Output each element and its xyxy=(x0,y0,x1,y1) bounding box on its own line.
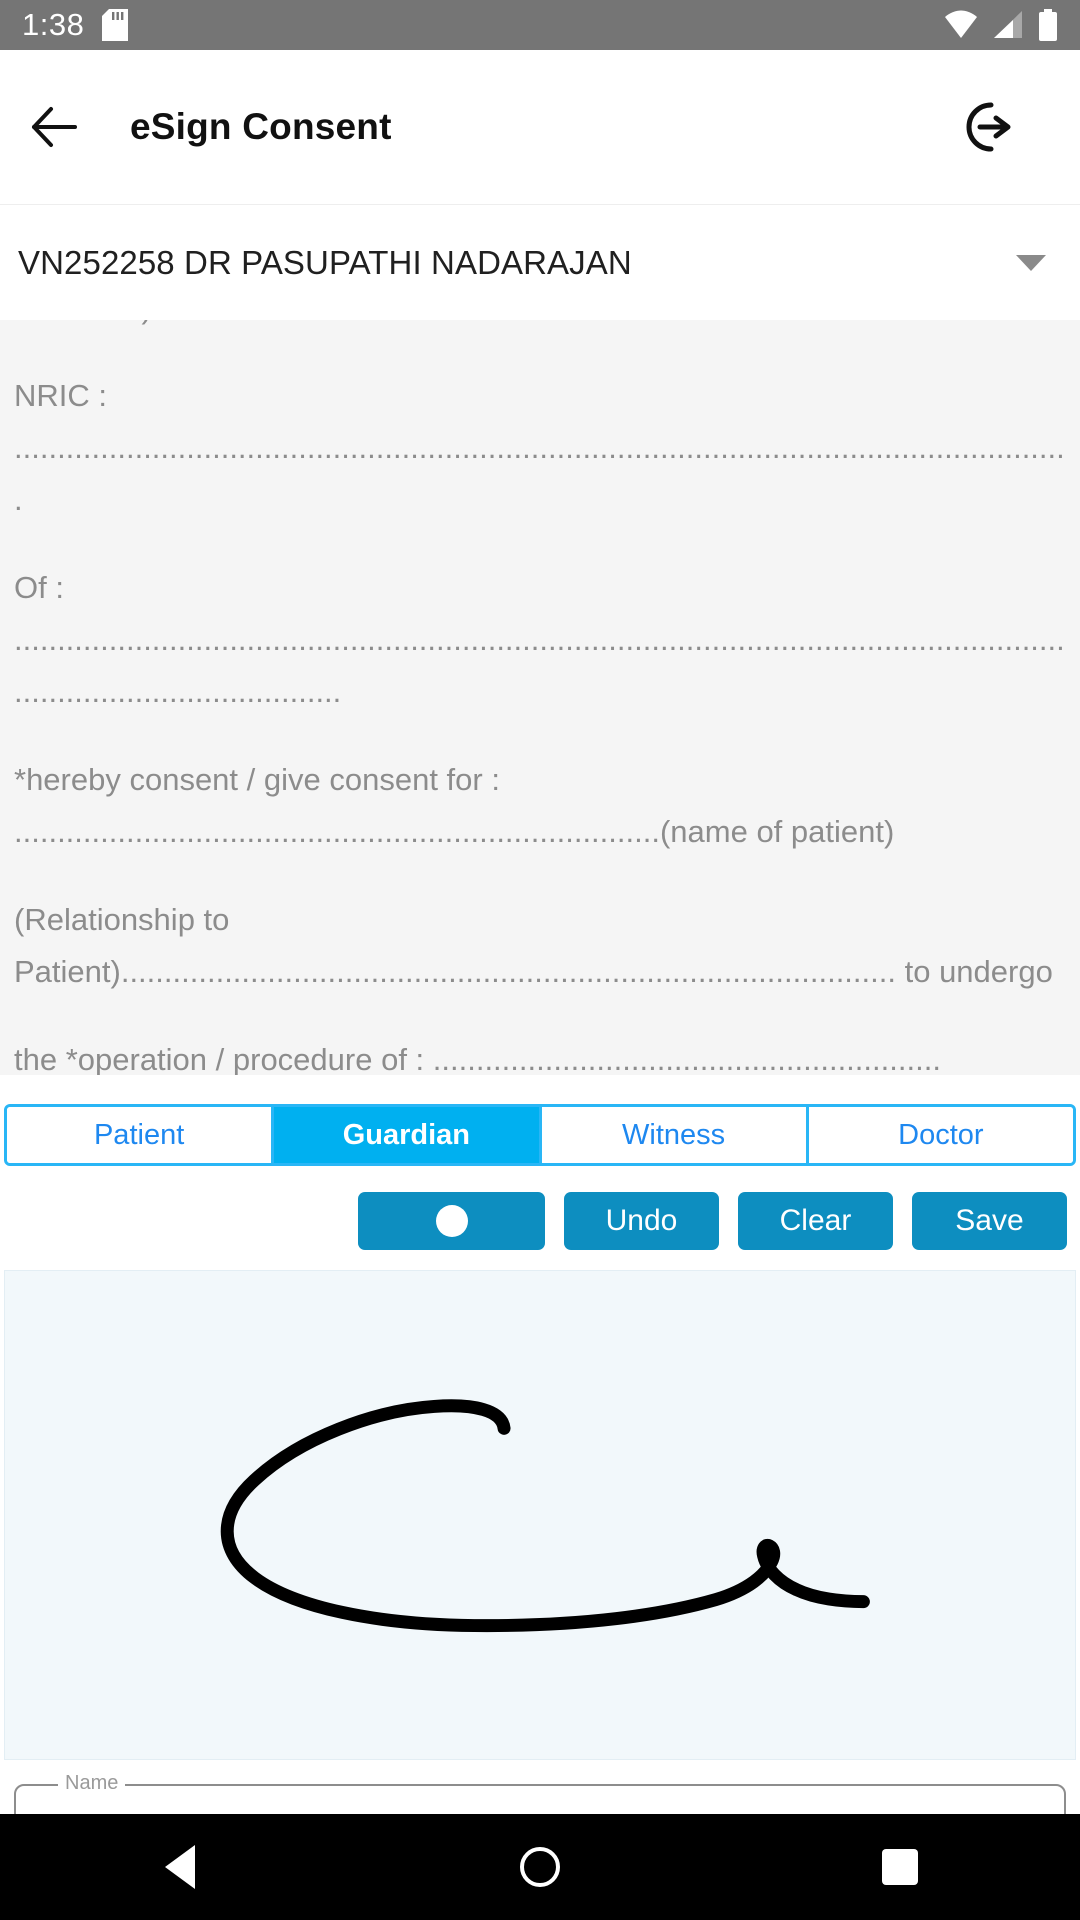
consent-paragraph: (Relationship to Patient)...............… xyxy=(14,902,1053,989)
save-button[interactable]: Save xyxy=(912,1192,1067,1250)
nav-home-icon xyxy=(520,1847,560,1887)
back-button[interactable] xyxy=(0,72,110,182)
status-right-icons xyxy=(944,9,1058,41)
nav-back-icon xyxy=(165,1845,195,1889)
name-field-label: Name xyxy=(58,1773,126,1793)
signature-canvas[interactable] xyxy=(4,1270,1076,1760)
signature-stroke xyxy=(220,1399,870,1633)
pen-size-button[interactable] xyxy=(358,1192,545,1250)
nav-home-button[interactable] xyxy=(360,1814,720,1920)
clear-button[interactable]: Clear xyxy=(738,1192,893,1250)
undo-button[interactable]: Undo xyxy=(564,1192,719,1250)
consent-paragraph: Guardian) xyxy=(14,320,1066,334)
signature-actions: Undo Clear Save xyxy=(0,1192,1080,1250)
page-title: eSign Consent xyxy=(130,106,392,147)
tab-guardian[interactable]: Guardian xyxy=(274,1107,542,1163)
battery-icon xyxy=(1039,9,1057,41)
android-nav-bar xyxy=(0,1814,1080,1920)
arrow-left-icon xyxy=(32,107,77,147)
nav-recents-button[interactable] xyxy=(720,1814,1080,1920)
visit-selector[interactable]: VN252258 DR PASUPATHI NADARAJAN xyxy=(0,206,1080,320)
consent-text-scroll[interactable]: Guardian) NRIC : .......................… xyxy=(0,320,1080,1075)
logout-button[interactable] xyxy=(932,72,1042,182)
consent-paragraph: *hereby consent / give consent for : ...… xyxy=(14,762,895,849)
tab-doctor[interactable]: Doctor xyxy=(808,1107,1073,1163)
consent-paragraph: the *operation / procedure of : ........… xyxy=(14,1042,941,1075)
tab-patient[interactable]: Patient xyxy=(7,1107,275,1163)
cellular-signal-icon xyxy=(994,11,1022,38)
esign-consent-screen: 1:38 eSign Consent VN252258 DR PASUPATHI… xyxy=(0,0,1080,1920)
consent-paragraph: NRIC : .................................… xyxy=(14,378,1065,517)
sd-card-icon xyxy=(102,9,129,41)
signer-type-tabs: Patient Guardian Witness Doctor xyxy=(4,1104,1076,1166)
wifi-icon xyxy=(945,10,977,38)
status-clock: 1:38 xyxy=(22,7,85,42)
consent-text-content: Guardian) NRIC : .......................… xyxy=(14,320,1066,1075)
tab-witness[interactable]: Witness xyxy=(541,1107,809,1163)
nav-recents-icon xyxy=(882,1849,918,1885)
status-bar: 1:38 xyxy=(0,0,1080,50)
chevron-down-icon xyxy=(1016,255,1046,271)
nav-back-button[interactable] xyxy=(0,1814,360,1920)
logout-icon xyxy=(966,102,1011,152)
status-left-icons xyxy=(102,9,129,41)
pen-dot-icon xyxy=(435,1205,468,1237)
app-bar: eSign Consent xyxy=(0,50,1080,205)
consent-paragraph: Of : ...................................… xyxy=(14,570,1065,709)
visit-selector-value: VN252258 DR PASUPATHI NADARAJAN xyxy=(18,244,632,281)
